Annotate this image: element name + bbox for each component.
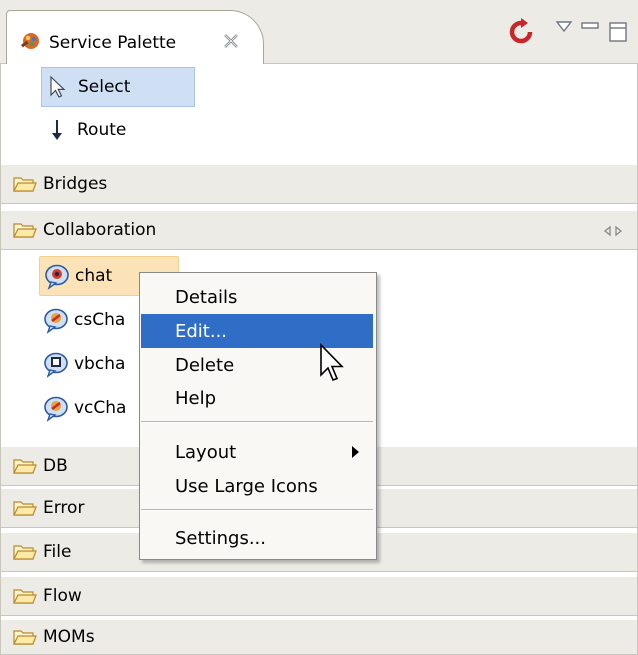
tool-route[interactable]: Route	[41, 110, 195, 150]
drawer-flow[interactable]: Flow	[1, 576, 637, 616]
folder-open-icon	[13, 223, 37, 238]
chat-service-icon	[44, 308, 68, 334]
view-titlebar: Service Palette	[0, 0, 638, 65]
drawer-label: DB	[43, 456, 68, 476]
close-icon[interactable]	[221, 31, 241, 51]
submenu-arrow-icon	[352, 446, 359, 458]
menu-item-label: Delete	[175, 354, 235, 376]
context-menu: Details Edit... Delete Help Layout Use L…	[139, 272, 377, 560]
menu-item-label: Layout	[175, 441, 237, 463]
refresh-icon[interactable]	[508, 18, 534, 46]
entry-label: vbcha	[74, 354, 126, 374]
menu-item-label: Help	[175, 387, 217, 409]
menu-item-label: Edit...	[175, 320, 228, 342]
arrow-pointer-icon	[46, 75, 70, 99]
drawer-label: Bridges	[43, 174, 108, 194]
folder-icon	[13, 589, 37, 604]
drawer-moms[interactable]: MOMs	[1, 619, 637, 655]
menu-separator	[141, 421, 373, 423]
folder-icon	[13, 545, 37, 560]
entry-label: csCha	[74, 310, 126, 330]
menu-item-label: Details	[175, 286, 238, 308]
palette-icon	[20, 33, 39, 49]
menu-item-label: Settings...	[175, 527, 266, 549]
folder-icon	[13, 630, 37, 645]
menu-item-label: Use Large Icons	[175, 475, 318, 497]
tool-select[interactable]: Select	[41, 67, 195, 107]
tool-label: Route	[77, 120, 127, 140]
menu-separator	[141, 509, 373, 511]
chat-service-icon	[45, 264, 69, 290]
palette-entry-vcchat[interactable]: vcCha	[39, 388, 139, 428]
maximize-icon[interactable]	[606, 18, 632, 46]
entry-label: vcCha	[74, 398, 127, 418]
view-title: Service Palette	[49, 33, 177, 53]
drawer-collaboration[interactable]: Collaboration	[1, 210, 637, 250]
pin-drawer-icon[interactable]	[603, 223, 623, 239]
tab-service-palette[interactable]: Service Palette	[6, 10, 264, 65]
folder-icon	[13, 501, 37, 516]
drawer-label: Error	[43, 498, 85, 518]
menu-item-settings[interactable]: Settings...	[141, 521, 373, 555]
route-arrow-icon	[45, 118, 69, 142]
chat-service-icon	[44, 352, 68, 378]
drawer-label: MOMs	[43, 627, 95, 647]
view-menu-icon[interactable]	[552, 18, 578, 46]
drawer-label: File	[43, 542, 72, 562]
drawer-label: Flow	[43, 586, 82, 606]
mouse-cursor-icon	[320, 343, 344, 382]
drawer-label: Collaboration	[43, 220, 157, 240]
folder-icon	[13, 177, 37, 192]
minimize-icon[interactable]	[578, 18, 604, 46]
menu-item-details[interactable]: Details	[141, 280, 373, 314]
folder-icon	[13, 459, 37, 474]
palette-entry-cschat[interactable]: csCha	[39, 300, 139, 340]
tool-label: Select	[78, 77, 131, 97]
menu-item-layout[interactable]: Layout	[141, 435, 373, 469]
palette-entry-vbchat[interactable]: vbcha	[39, 344, 139, 384]
menu-item-use-large-icons[interactable]: Use Large Icons	[141, 469, 373, 503]
entry-label: chat	[75, 266, 113, 286]
chat-service-icon	[44, 396, 68, 422]
drawer-bridges[interactable]: Bridges	[1, 164, 637, 204]
